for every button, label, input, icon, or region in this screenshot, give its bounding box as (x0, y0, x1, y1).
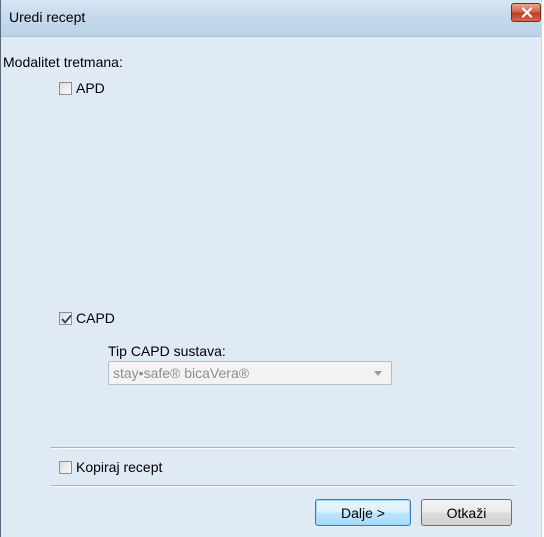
divider-bottom (51, 485, 515, 487)
apd-label: APD (76, 80, 105, 96)
title-bar[interactable]: Uredi recept (1, 0, 541, 37)
capd-system-type-label: Tip CAPD sustava: (108, 343, 226, 359)
dialog-window: Uredi recept Modalitet tretmana: APD CAP… (0, 0, 542, 537)
divider-top (51, 447, 515, 449)
cancel-button[interactable]: Otkaži (421, 499, 512, 526)
next-button[interactable]: Dalje > (315, 499, 411, 526)
dialog-content: Modalitet tretmana: APD CAPD Tip CAPD su… (1, 37, 541, 537)
chevron-down-icon (374, 371, 382, 376)
close-button[interactable] (511, 3, 541, 22)
apd-option[interactable]: APD (59, 79, 105, 97)
treatment-modality-label: Modalitet tretmana: (3, 54, 123, 70)
checkmark-icon (61, 314, 72, 323)
close-icon (521, 7, 533, 18)
capd-system-type-select[interactable]: stay•safe® bicaVera® (108, 361, 392, 385)
capd-option[interactable]: CAPD (59, 309, 115, 327)
capd-system-type-value: stay•safe® bicaVera® (113, 365, 250, 381)
copy-recipe-checkbox[interactable] (59, 460, 72, 474)
copy-recipe-option[interactable]: Kopiraj recept (59, 458, 162, 476)
apd-checkbox[interactable] (59, 81, 72, 95)
copy-recipe-label: Kopiraj recept (76, 459, 163, 475)
window-title: Uredi recept (9, 9, 86, 25)
capd-checkbox[interactable] (59, 311, 72, 325)
capd-label: CAPD (76, 310, 115, 326)
